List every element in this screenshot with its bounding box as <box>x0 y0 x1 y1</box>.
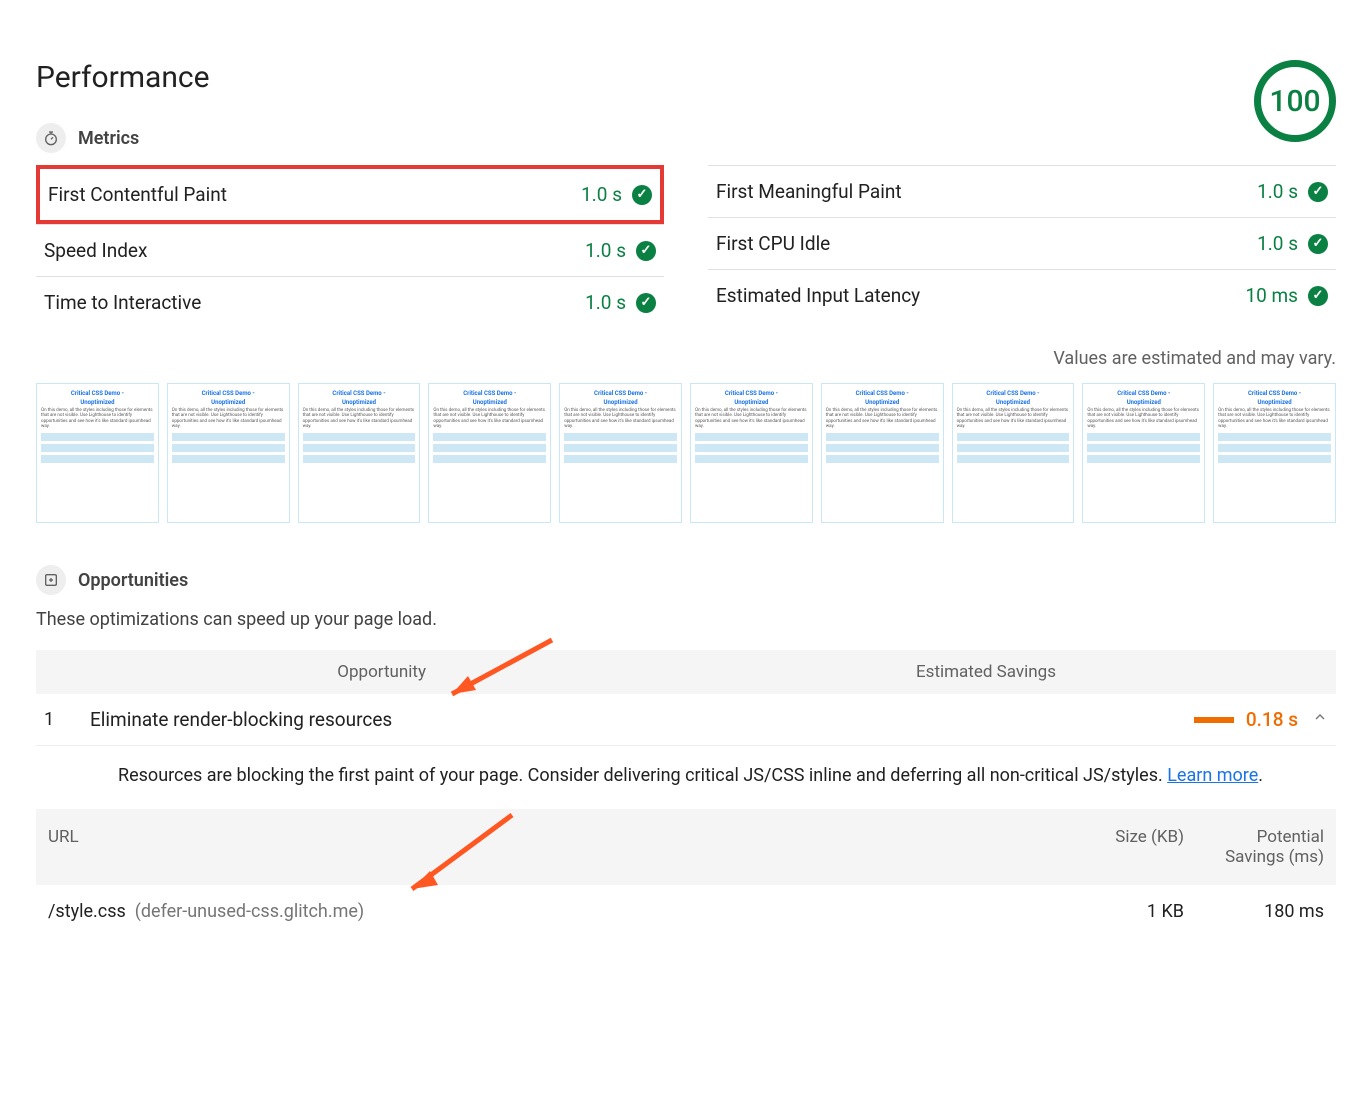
metric-name: First Contentful Paint <box>48 183 227 206</box>
filmstrip-frame: Critical CSS Demo -Unoptimized On this d… <box>952 383 1075 523</box>
metric-name: First Meaningful Paint <box>716 180 902 203</box>
metric-value: 1.0 s <box>1257 180 1298 203</box>
metrics-label: Metrics <box>78 128 139 149</box>
metrics-heading: Metrics <box>36 123 210 153</box>
filmstrip-frame: Critical CSS Demo -Unoptimized On this d… <box>690 383 813 523</box>
metric-name: Estimated Input Latency <box>716 284 920 307</box>
url-row: /style.css (defer-unused-css.glitch.me) … <box>36 885 1336 938</box>
col-opportunity: Opportunity <box>44 662 434 682</box>
metric-row[interactable]: Speed Index 1.0 s ✓ <box>36 224 664 276</box>
filmstrip-frame: Critical CSS Demo -Unoptimized On this d… <box>1082 383 1205 523</box>
metric-value: 1.0 s <box>585 239 626 262</box>
metric-name: Speed Index <box>44 239 147 262</box>
metric-name: First CPU Idle <box>716 232 830 255</box>
metric-row[interactable]: Estimated Input Latency 10 ms ✓ <box>708 269 1336 321</box>
filmstrip-frame: Critical CSS Demo -Unoptimized On this d… <box>298 383 421 523</box>
check-icon: ✓ <box>636 293 656 313</box>
url-path: /style.css <box>48 901 126 922</box>
metric-value: 10 ms <box>1245 284 1298 307</box>
check-icon: ✓ <box>632 185 652 205</box>
col-savings: Estimated Savings <box>434 662 1328 682</box>
opportunity-number: 1 <box>44 709 90 730</box>
check-icon: ✓ <box>636 241 656 261</box>
metric-name: Time to Interactive <box>44 291 201 314</box>
opportunity-detail: Resources are blocking the first paint o… <box>36 746 1336 809</box>
page-title: Performance <box>36 60 210 95</box>
learn-more-link[interactable]: Learn more <box>1167 765 1258 786</box>
metrics-grid: First Contentful Paint 1.0 s ✓ Speed Ind… <box>36 165 1336 328</box>
check-icon: ✓ <box>1308 234 1328 254</box>
col-potential-savings: PotentialSavings (ms) <box>1184 827 1324 867</box>
score-value: 100 <box>1269 84 1320 119</box>
col-url: URL <box>48 827 1054 867</box>
metric-row[interactable]: First Contentful Paint 1.0 s ✓ <box>36 165 664 224</box>
opportunity-row[interactable]: 1 Eliminate render-blocking resources 0.… <box>36 694 1336 746</box>
filmstrip-frame: Critical CSS Demo -Unoptimized On this d… <box>559 383 682 523</box>
filmstrip-frame: Critical CSS Demo -Unoptimized On this d… <box>821 383 944 523</box>
stopwatch-icon <box>36 123 66 153</box>
metric-row[interactable]: Time to Interactive 1.0 s ✓ <box>36 276 664 328</box>
filmstrip-frame: Critical CSS Demo -Unoptimized On this d… <box>36 383 159 523</box>
metric-value: 1.0 s <box>581 183 622 206</box>
url-table-header: URL Size (KB) PotentialSavings (ms) <box>36 809 1336 885</box>
metric-row[interactable]: First Meaningful Paint 1.0 s ✓ <box>708 165 1336 217</box>
chevron-up-icon[interactable] <box>1312 709 1328 730</box>
url-size: 1 KB <box>1054 901 1184 922</box>
metrics-footnote: Values are estimated and may vary. <box>36 348 1336 369</box>
filmstrip-frame: Critical CSS Demo -Unoptimized On this d… <box>167 383 290 523</box>
url-savings: 180 ms <box>1184 901 1324 922</box>
opportunity-title: Eliminate render-blocking resources <box>90 708 1194 731</box>
opportunities-description: These optimizations can speed up your pa… <box>36 609 1336 630</box>
metric-value: 1.0 s <box>585 291 626 314</box>
opportunity-savings: 0.18 s <box>1246 708 1298 731</box>
check-icon: ✓ <box>1308 286 1328 306</box>
opportunity-icon <box>36 565 66 595</box>
savings-bar <box>1194 717 1234 723</box>
filmstrip-frame: Critical CSS Demo -Unoptimized On this d… <box>1213 383 1336 523</box>
performance-score-gauge: 100 <box>1254 60 1336 142</box>
opportunities-heading: Opportunities <box>36 565 1336 595</box>
col-size: Size (KB) <box>1054 827 1184 867</box>
opportunities-table-header: Opportunity Estimated Savings <box>36 650 1336 694</box>
check-icon: ✓ <box>1308 182 1328 202</box>
metric-value: 1.0 s <box>1257 232 1298 255</box>
metric-row[interactable]: First CPU Idle 1.0 s ✓ <box>708 217 1336 269</box>
filmstrip-frame: Critical CSS Demo -Unoptimized On this d… <box>428 383 551 523</box>
opportunities-label: Opportunities <box>78 570 188 591</box>
filmstrip: Critical CSS Demo -Unoptimized On this d… <box>36 383 1336 523</box>
